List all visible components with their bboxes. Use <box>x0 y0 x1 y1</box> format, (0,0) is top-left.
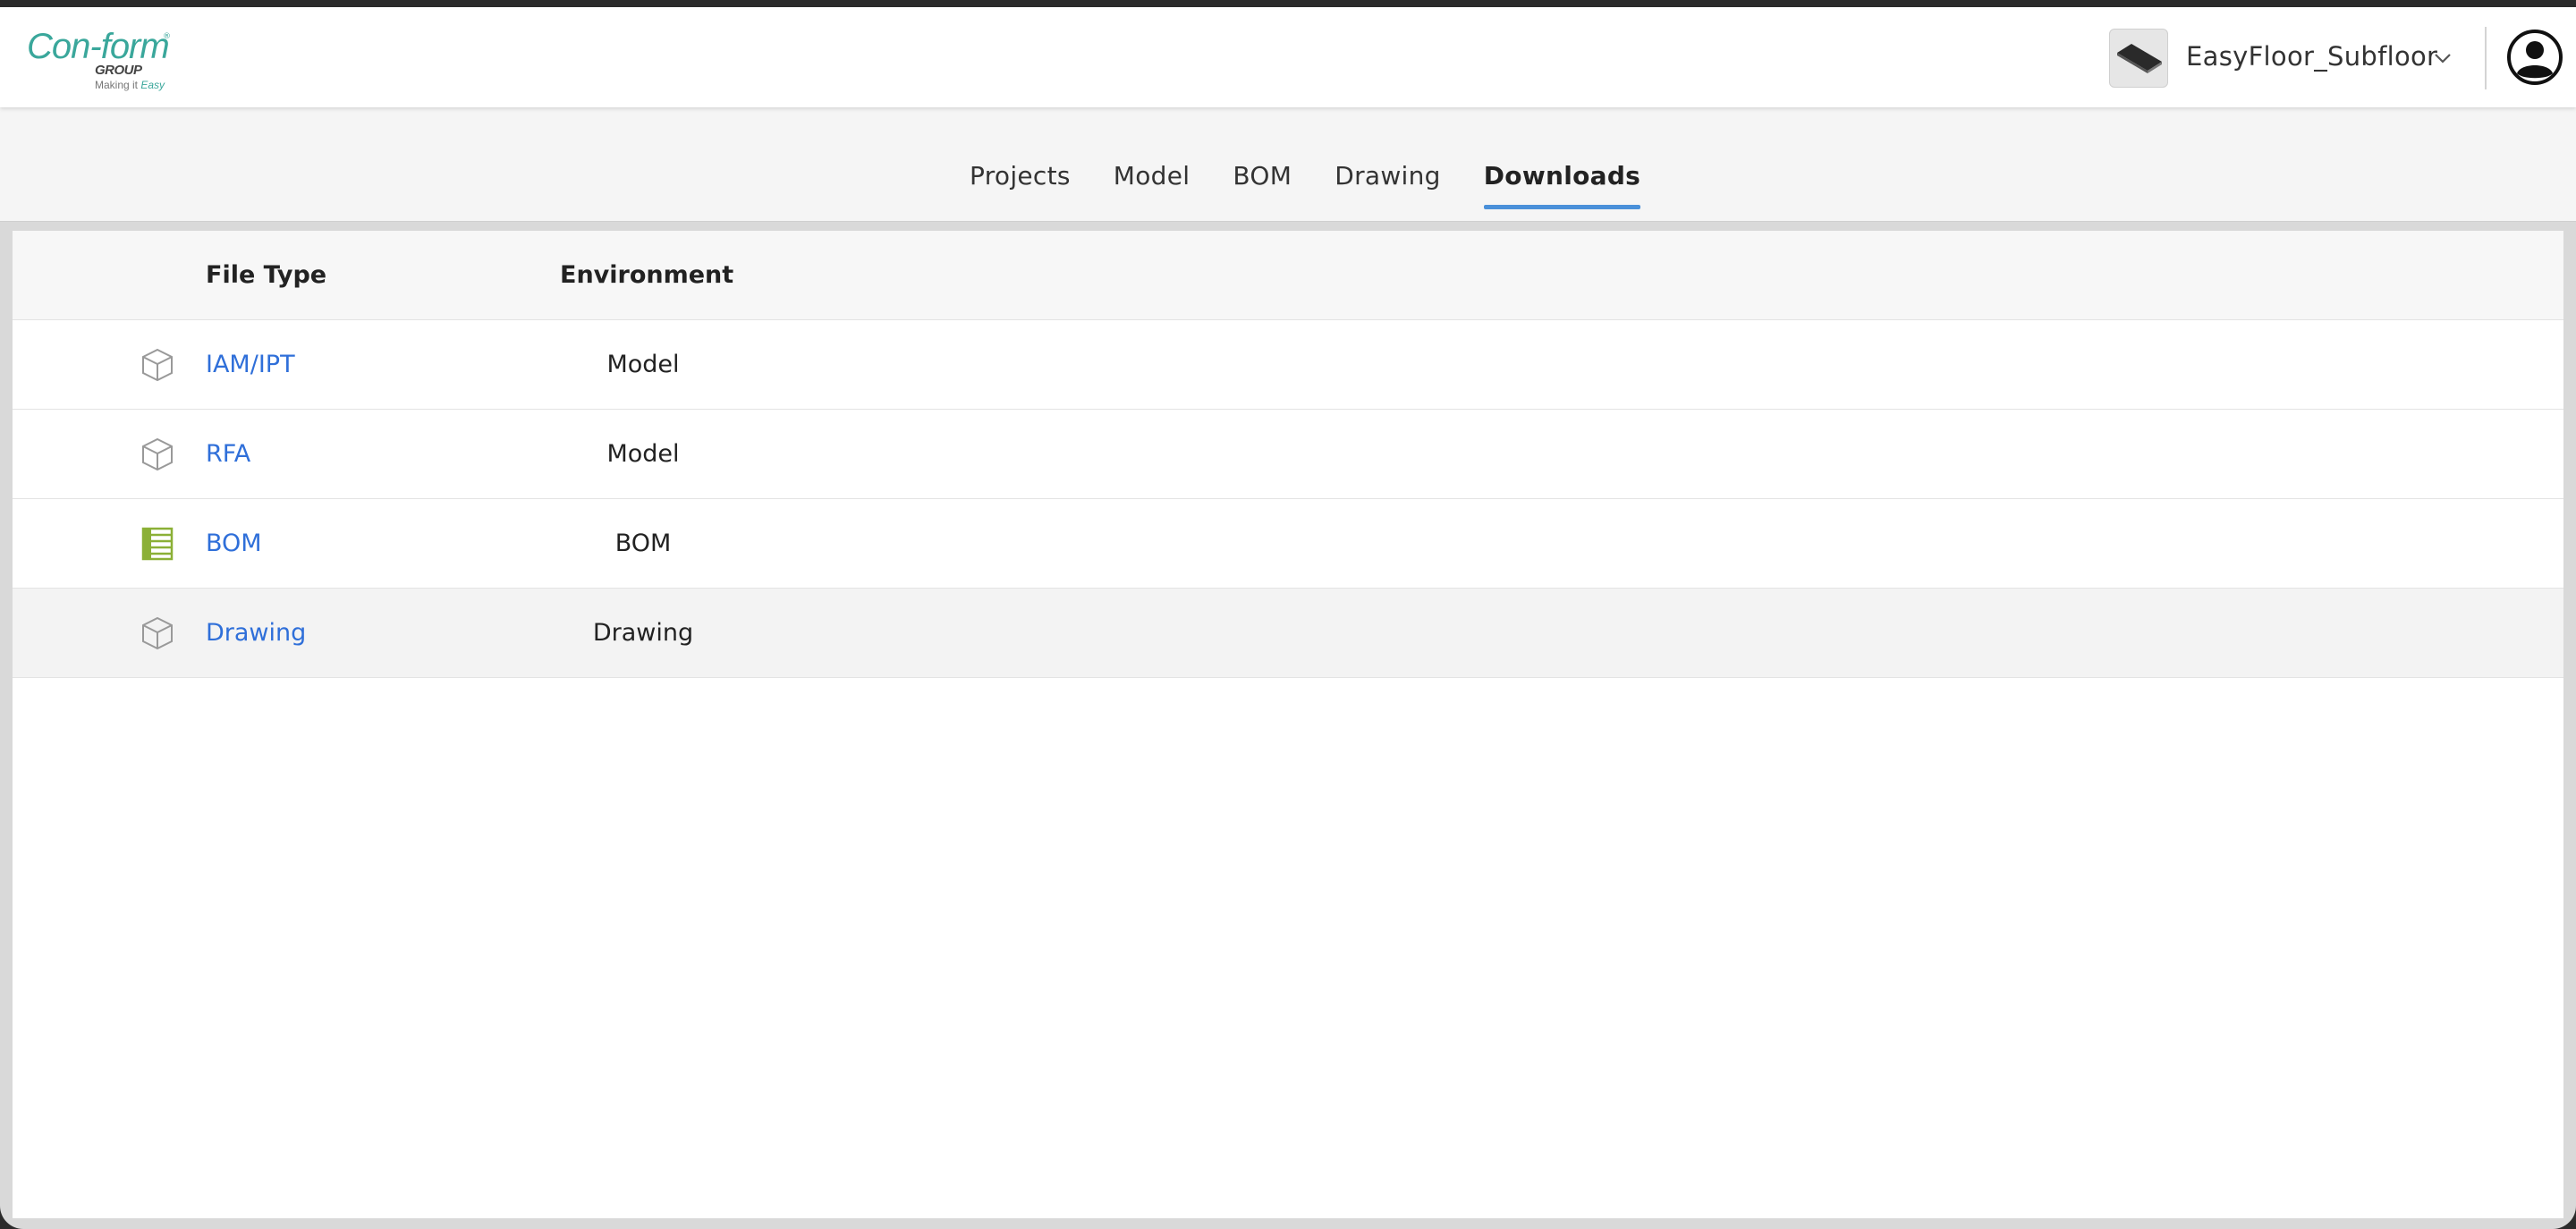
spreadsheet-icon <box>141 527 174 561</box>
cube-icon <box>142 348 173 382</box>
table-row[interactable]: RFA Model <box>13 410 2563 499</box>
user-avatar-icon[interactable] <box>2506 29 2563 86</box>
app-window: Con-form ® GROUP Making it Easy EasyFloo… <box>0 7 2576 1229</box>
logo-wordmark: Con-form <box>27 27 170 66</box>
downloads-panel: File Type Environment IAM/IPT Model RFA … <box>13 231 2563 1218</box>
tab-projects[interactable]: Projects <box>948 163 1092 213</box>
file-type-link[interactable]: IAM/IPT <box>206 351 295 378</box>
table-row[interactable]: Drawing Drawing <box>13 589 2563 678</box>
project-selector-label[interactable]: EasyFloor_Subfloor <box>2186 41 2437 72</box>
tab-drawing[interactable]: Drawing <box>1313 163 1462 213</box>
cube-icon <box>142 437 173 471</box>
column-header-file-type: File Type <box>206 261 327 289</box>
environment-cell: Model <box>606 351 680 378</box>
cube-icon <box>142 616 173 650</box>
tab-downloads[interactable]: Downloads <box>1462 163 1662 213</box>
file-type-link[interactable]: BOM <box>206 530 262 557</box>
logo-group: GROUP <box>95 63 142 78</box>
tab-bom[interactable]: BOM <box>1211 163 1313 213</box>
table-row[interactable]: BOM BOM <box>13 499 2563 589</box>
column-header-environment: Environment <box>560 261 734 289</box>
file-type-link[interactable]: RFA <box>206 440 250 468</box>
top-bar: Con-form ® GROUP Making it Easy EasyFloo… <box>0 7 2576 107</box>
conform-logo[interactable]: Con-form ® GROUP Making it Easy <box>27 27 179 91</box>
environment-cell: Model <box>606 440 680 468</box>
tab-model[interactable]: Model <box>1092 163 1212 213</box>
table-row[interactable]: IAM/IPT Model <box>13 320 2563 410</box>
chevron-down-icon[interactable] <box>2433 52 2453 64</box>
environment-cell: BOM <box>614 530 672 557</box>
environment-cell: Drawing <box>592 619 694 647</box>
file-type-link[interactable]: Drawing <box>206 619 306 647</box>
table-header: File Type Environment <box>13 231 2563 320</box>
tab-list: Projects Model BOM Drawing Downloads <box>948 163 1662 213</box>
tab-bar: Projects Model BOM Drawing Downloads <box>0 107 2576 222</box>
logo-tagline: Making it Easy <box>95 79 165 91</box>
floor-panel-icon[interactable] <box>2109 29 2168 88</box>
logo-registered-mark: ® <box>163 32 171 41</box>
header-divider <box>2485 27 2487 89</box>
